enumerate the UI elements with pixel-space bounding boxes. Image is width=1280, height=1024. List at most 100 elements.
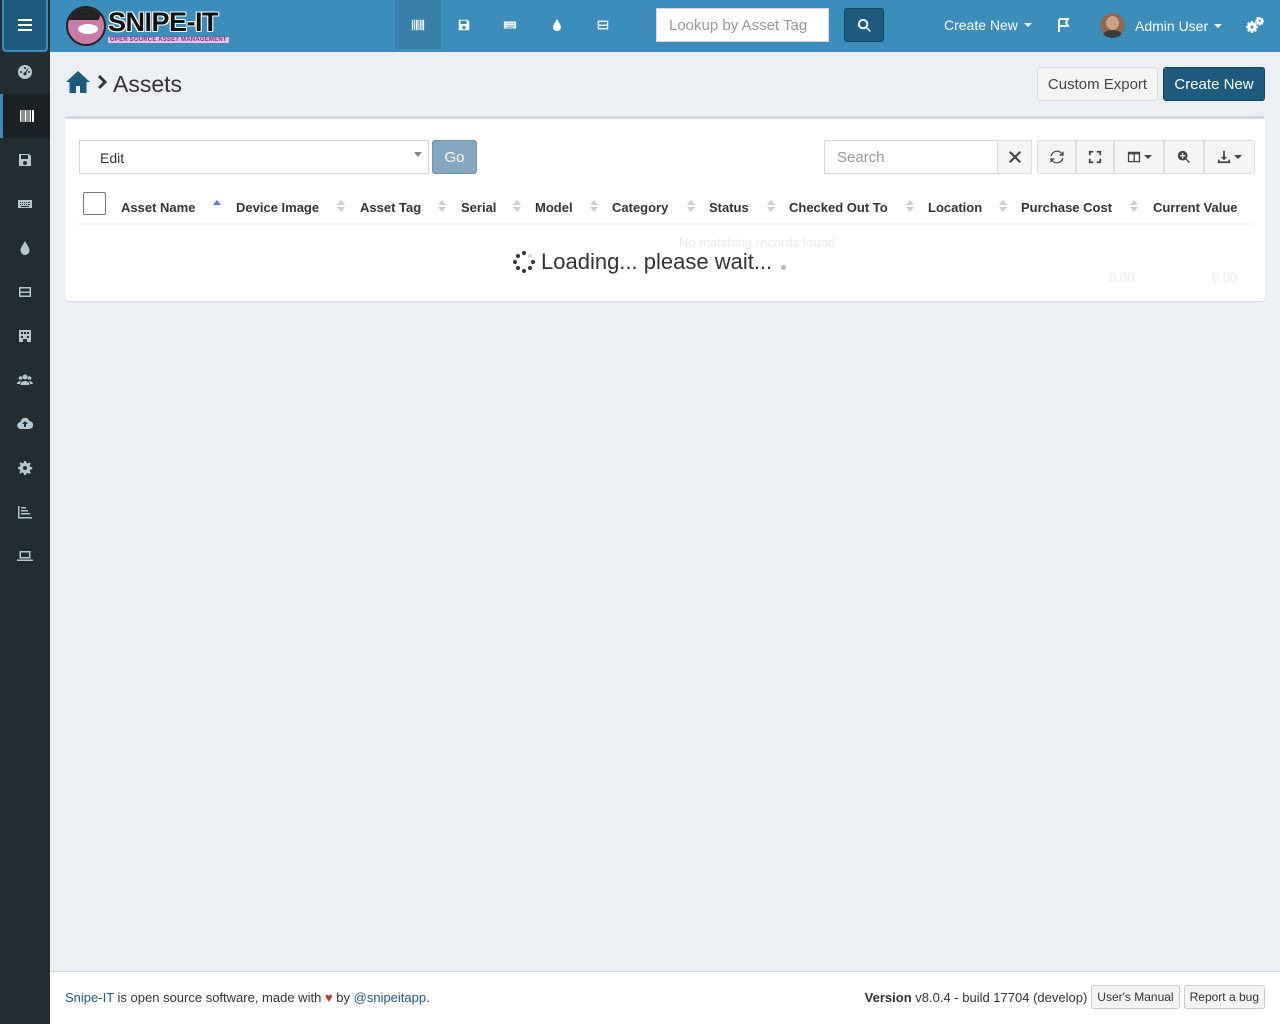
- create-new-button[interactable]: Create New: [1163, 67, 1265, 101]
- footer-text-1: is open source software, made with: [117, 990, 322, 1005]
- users-manual-button[interactable]: User's Manual: [1091, 985, 1180, 1009]
- page-title: Assets: [113, 71, 183, 97]
- nav-assets[interactable]: [395, 0, 441, 49]
- sidebar-item-licenses[interactable]: [0, 138, 50, 182]
- footer-period: .: [426, 990, 430, 1005]
- sidebar-item-consumables[interactable]: [0, 226, 50, 270]
- tint-icon: [553, 18, 561, 31]
- empty-table-message: No matching records found: [679, 235, 836, 250]
- table-search-input[interactable]: Search: [824, 140, 998, 174]
- sidebar-item-locations[interactable]: [0, 314, 50, 358]
- sort-icon: [438, 200, 446, 214]
- assets-table-box: Edit Go Search Asset Name Device Image A…: [65, 116, 1265, 301]
- columns-icon: [1127, 151, 1140, 163]
- nav-accessories[interactable]: [487, 0, 533, 49]
- col-serial[interactable]: Serial: [461, 200, 496, 215]
- col-category[interactable]: Category: [612, 200, 668, 215]
- user-menu-dropdown[interactable]: Admin User: [1100, 13, 1223, 38]
- sort-icon: [687, 200, 695, 214]
- refresh-icon: [1049, 150, 1064, 164]
- building-icon: [19, 330, 31, 342]
- version-value: v8.0.4 - build 17704 (develop): [915, 989, 1088, 1005]
- bulk-action-select[interactable]: Edit: [79, 140, 429, 174]
- logo-mascot: [66, 6, 106, 46]
- advanced-search-button[interactable]: [1164, 140, 1204, 174]
- col-checked-out-to[interactable]: Checked Out To: [789, 200, 888, 215]
- fullscreen-button[interactable]: [1076, 140, 1114, 174]
- flag-icon: [1058, 18, 1070, 32]
- sidebar-item-dashboard[interactable]: [0, 50, 50, 94]
- col-asset-tag[interactable]: Asset Tag: [360, 200, 421, 215]
- download-icon: [1217, 150, 1231, 164]
- footer-text-2: by: [336, 990, 351, 1005]
- col-purchase-cost[interactable]: Purchase Cost: [1021, 200, 1112, 215]
- lookup-search-button[interactable]: [844, 8, 884, 42]
- caret-down-icon: [1143, 155, 1152, 159]
- alerts-button[interactable]: [1056, 17, 1072, 33]
- columns-toggle-button[interactable]: [1114, 140, 1164, 174]
- gear-icon: [18, 461, 33, 475]
- sort-icon: [999, 200, 1007, 214]
- bulk-go-button[interactable]: Go: [432, 140, 477, 174]
- sort-asc-icon: [213, 200, 221, 214]
- top-navbar: SNIPE-IT OPEN SOURCE ASSET MANAGEMENT Lo…: [50, 0, 1280, 52]
- refresh-button[interactable]: [1037, 140, 1076, 174]
- twitter-link[interactable]: @snipeitapp: [354, 990, 426, 1005]
- close-icon: [1008, 151, 1021, 163]
- sidebar-item-reports[interactable]: [0, 490, 50, 534]
- hdd-icon: [597, 20, 609, 29]
- tint-icon: [20, 241, 30, 255]
- col-asset-name[interactable]: Asset Name: [121, 200, 195, 215]
- custom-export-button[interactable]: Custom Export: [1037, 67, 1158, 101]
- logo[interactable]: SNIPE-IT OPEN SOURCE ASSET MANAGEMENT: [66, 4, 246, 48]
- chart-icon: [18, 506, 32, 519]
- col-device-image[interactable]: Device Image: [236, 200, 319, 215]
- sort-icon: [1130, 200, 1138, 214]
- sidebar-item-requestable[interactable]: [0, 534, 50, 578]
- nav-consumables[interactable]: [534, 0, 580, 49]
- user-name: Admin User: [1135, 17, 1209, 34]
- export-button[interactable]: [1204, 140, 1255, 174]
- table-header: Asset Name Device Image Asset Tag Serial…: [76, 186, 1254, 225]
- sidebar-item-people[interactable]: [0, 358, 50, 402]
- nav-licenses[interactable]: [441, 0, 487, 49]
- select-all-checkbox[interactable]: [83, 192, 106, 215]
- create-new-dropdown[interactable]: Create New: [944, 17, 1032, 33]
- laptop-icon: [17, 551, 33, 561]
- home-icon: [66, 71, 90, 93]
- barcode-icon: [411, 19, 425, 30]
- search-icon: [857, 18, 871, 32]
- floppy-icon: [19, 154, 31, 166]
- sidebar-item-settings[interactable]: [0, 446, 50, 490]
- breadcrumb: Assets: [65, 70, 182, 99]
- sidebar-item-accessories[interactable]: [0, 182, 50, 226]
- sidebar-item-assets[interactable]: [0, 94, 50, 138]
- col-current-value[interactable]: Current Value: [1153, 200, 1238, 215]
- sort-icon: [906, 200, 914, 214]
- loading-dot: [781, 265, 786, 270]
- keyboard-icon: [503, 21, 517, 28]
- sort-icon: [337, 200, 345, 214]
- nav-components[interactable]: [580, 0, 626, 49]
- caret-down-icon: [1023, 23, 1032, 27]
- total-purchase-cost: 0.00: [1109, 270, 1135, 285]
- footer: Snipe-IT is open source software, made w…: [50, 971, 1280, 1024]
- sidebar-item-import[interactable]: [0, 402, 50, 446]
- snipeit-link[interactable]: Snipe-IT: [65, 990, 114, 1005]
- caret-down-icon: [1214, 23, 1223, 28]
- report-bug-button[interactable]: Report a bug: [1183, 985, 1265, 1009]
- sidebar-toggle-button[interactable]: [2, 0, 48, 52]
- version-label: Version: [864, 989, 912, 1005]
- home-link[interactable]: [65, 70, 91, 99]
- chevron-right-icon: [97, 74, 108, 95]
- zoom-in-icon: [1177, 150, 1190, 163]
- col-status[interactable]: Status: [709, 200, 749, 215]
- admin-settings-button[interactable]: [1246, 16, 1264, 33]
- logo-title: SNIPE-IT: [108, 7, 219, 37]
- sidebar-item-components[interactable]: [0, 270, 50, 314]
- hamburger-icon: [18, 19, 32, 31]
- clear-search-button[interactable]: [997, 140, 1032, 174]
- col-location[interactable]: Location: [928, 200, 982, 215]
- asset-tag-lookup-input[interactable]: Lookup by Asset Tag: [656, 8, 829, 42]
- col-model[interactable]: Model: [535, 200, 573, 215]
